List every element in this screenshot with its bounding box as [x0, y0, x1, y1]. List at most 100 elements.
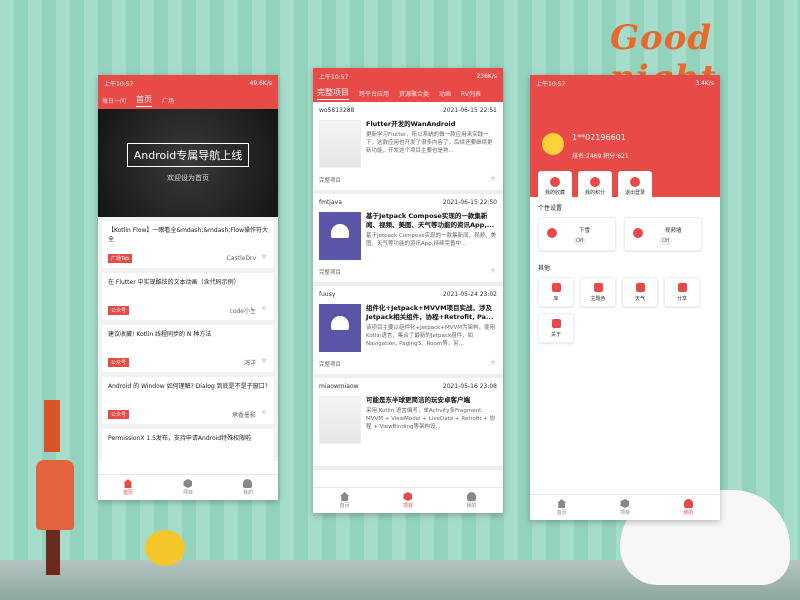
person-icon: [466, 492, 476, 501]
setting-label: 下雪: [579, 228, 591, 234]
home-icon: [123, 479, 133, 488]
phone-home-screen: 上午10:57 49.6K/s 每日一问 首页 广场 Android专属导航上线…: [98, 75, 278, 500]
smile-icon: [551, 318, 561, 328]
weather-button[interactable]: 天气: [622, 277, 658, 307]
status-time: 上午10:57: [319, 73, 349, 81]
nav-label: 我的: [242, 490, 253, 496]
list-item[interactable]: 建议收藏! Kotlin 线程同步的 N 种方法 公众号 鸿洋 ★: [102, 325, 274, 372]
list-item[interactable]: PermissionX 1.5发布，支持申请Android特殊权限啦: [102, 429, 274, 461]
section-title: 其他: [538, 265, 551, 272]
article-date: 2021-06-15 22:50: [442, 199, 497, 206]
home-icon: [557, 499, 567, 508]
article-title: 建议收藏! Kotlin 线程同步的 N 种方法: [108, 331, 212, 338]
quick-actions: 我的收藏 我的积分 退出登录: [538, 171, 652, 201]
status-speed: 49.6K/s: [249, 79, 272, 87]
article-tag: 公众号: [108, 358, 130, 367]
favorite-star-icon[interactable]: ★: [260, 409, 269, 418]
banner[interactable]: Android专属导航上线 欢迎设为首页: [98, 109, 278, 217]
nav-projects[interactable]: 项目: [183, 479, 193, 496]
nav-home[interactable]: 首页: [557, 499, 567, 516]
share-button[interactable]: 分享: [664, 277, 700, 307]
favorites-button[interactable]: 我的收藏: [538, 171, 572, 201]
nav-projects[interactable]: 项目: [403, 492, 413, 509]
snow-toggle[interactable]: Off: [573, 237, 587, 245]
android-robot-thumbnail: [319, 212, 361, 260]
rank-points: 排名:2469 积分:621: [572, 151, 629, 160]
list-item[interactable]: Android 的 Window 如何理解? Dialog 到底是不是子窗口? …: [102, 377, 274, 424]
tab-cross-platform[interactable]: 跨平台应用: [359, 89, 389, 98]
tab-home[interactable]: 首页: [136, 94, 153, 107]
list-item[interactable]: 【Kotlin Flow】一眼看全&mdash;&mdash;Flow操作符大全…: [102, 221, 274, 268]
article-category: 完整项目: [319, 270, 342, 276]
other-settings: 其他 库 主题色 天气 分享 关于: [530, 257, 720, 349]
article-title: Android 的 Window 如何理解? Dialog 到底是不是子窗口?: [108, 383, 268, 390]
favorite-star-icon[interactable]: ★: [489, 359, 498, 368]
article-category: 完整项目: [319, 178, 342, 184]
illustration-man: [30, 400, 80, 580]
library-button[interactable]: 库: [538, 277, 574, 307]
nav-label: 项目: [182, 490, 193, 496]
list-item[interactable]: fuusy 2021-05-24 23:02 组件化+Jetpack+MVVM项…: [313, 286, 503, 378]
quick-label: 我的积分: [584, 189, 605, 196]
grid-label: 库: [553, 295, 559, 302]
bottom-nav: 首页 项目 我的: [98, 474, 278, 500]
grid-label: 分享: [676, 295, 687, 302]
video-wall-toggle[interactable]: Off: [659, 237, 673, 245]
man-legs: [46, 530, 60, 575]
grid-label: 主题色: [590, 295, 606, 302]
article-date: 2021-05-16 23:08: [442, 383, 497, 390]
article-desc: 更新学习Flutter，所以系统的做一款应用来实践一下，这款应用也开发了很多内容…: [366, 132, 493, 154]
avatar[interactable]: [542, 133, 564, 155]
points-button[interactable]: 我的积分: [578, 171, 612, 201]
nav-home[interactable]: 首页: [123, 479, 133, 496]
profile-header: 上午10:57 3.4K/s 1**02196601 排名:2469 积分:62…: [530, 75, 720, 201]
tab-full-projects[interactable]: 完整项目: [317, 87, 349, 100]
man-hat: [44, 400, 60, 452]
snow-setting[interactable]: 下雪 Off: [538, 217, 616, 251]
article-title: Flutter开发的WanAndroid: [366, 120, 456, 128]
list-item[interactable]: fmtjava 2021-06-15 22:50 基于Jetpack Compo…: [313, 194, 503, 286]
umbrella-icon: [635, 282, 645, 292]
favorite-star-icon[interactable]: ★: [489, 267, 498, 276]
list-item[interactable]: miaowmiaow 2021-05-16 23:08 可能是东半球更简洁的玩安…: [313, 378, 503, 470]
phone-profile-screen: 上午10:57 3.4K/s 1**02196601 排名:2469 积分:62…: [530, 75, 720, 520]
banner-subtitle: 欢迎设为首页: [167, 174, 209, 182]
list-item[interactable]: 在 Flutter 中实现酷炫的文本动画（含代码示例） 公众号 code小生 ★: [102, 273, 274, 320]
nav-projects[interactable]: 项目: [620, 499, 630, 516]
tab-rv-list[interactable]: RV列表: [461, 89, 481, 98]
article-author: wo5813288: [319, 107, 355, 114]
about-button[interactable]: 关于: [538, 313, 574, 343]
tab-square[interactable]: 广场: [162, 96, 174, 105]
favorite-star-icon[interactable]: ★: [260, 357, 269, 366]
status-bar: 上午10:57 236K/s: [313, 68, 503, 84]
video-wall-setting[interactable]: 视频墙 Off: [624, 217, 702, 251]
nav-mine[interactable]: 我的: [243, 479, 253, 496]
nav-home[interactable]: 首页: [340, 492, 350, 509]
snowflake-icon: [547, 228, 557, 238]
article-list: 【Kotlin Flow】一眼看全&mdash;&mdash;Flow操作符大全…: [98, 217, 278, 461]
grid-label: 关于: [550, 331, 561, 338]
nav-label: 首页: [122, 490, 133, 496]
tab-animation[interactable]: 动画: [439, 89, 451, 98]
nav-mine[interactable]: 我的: [683, 499, 693, 516]
theme-button[interactable]: 主题色: [580, 277, 616, 307]
list-item[interactable]: wo5813288 2021-06-15 22:51 Flutter开发的Wan…: [313, 102, 503, 194]
article-tag: 公众号: [108, 306, 130, 315]
nav-label: 首页: [339, 503, 350, 509]
article-title: 基于Jetpack Compose实现的一款集新闻、视频、美图、天气等功能的资讯…: [366, 212, 495, 229]
article-title: 在 Flutter 中实现酷炫的文本动画（含代码示例）: [108, 279, 240, 286]
tab-resources[interactable]: 资源聚合类: [399, 89, 429, 98]
status-time: 上午10:57: [536, 80, 566, 88]
favorite-star-icon[interactable]: ★: [260, 305, 269, 314]
article-date: 2021-06-15 22:51: [442, 107, 497, 114]
favorite-star-icon[interactable]: ★: [489, 175, 498, 184]
logout-button[interactable]: 退出登录: [618, 171, 652, 201]
cube-icon: [620, 499, 630, 508]
quick-label: 我的收藏: [544, 189, 565, 196]
nav-mine[interactable]: 我的: [466, 492, 476, 509]
section-title: 个性设置: [538, 205, 563, 212]
article-title: 组件化+Jetpack+MVVM项目实战，涉及Jetpack相关组件，协程+Re…: [366, 304, 494, 321]
tab-daily-question[interactable]: 每日一问: [102, 96, 126, 105]
favorite-star-icon[interactable]: ★: [260, 253, 269, 262]
cube-icon: [403, 492, 413, 501]
